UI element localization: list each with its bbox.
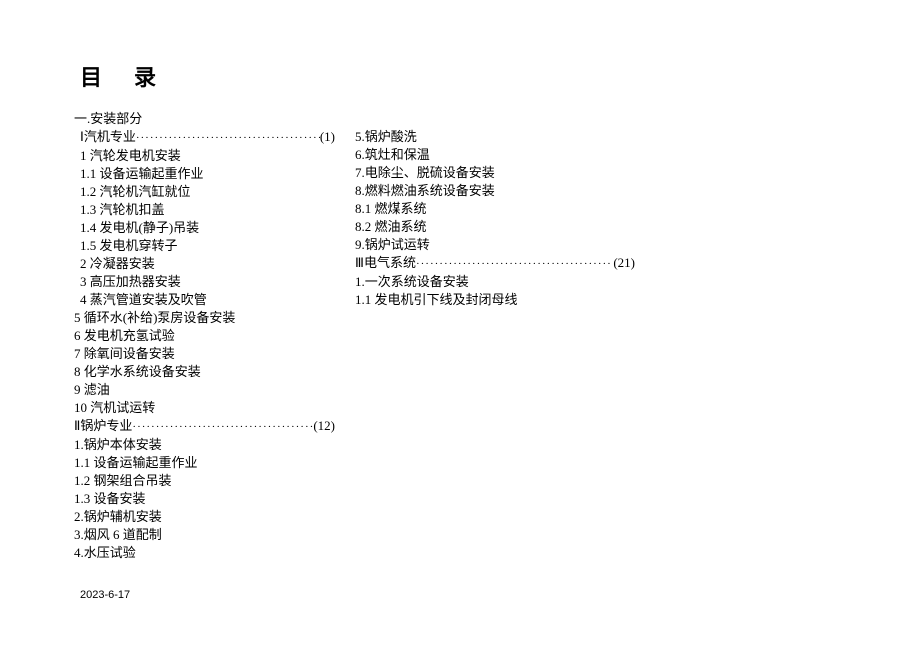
toc-entry: Ⅲ电气系统 (21) <box>355 254 635 273</box>
toc-entry: 4 蒸汽管道安装及吹管 <box>80 291 335 309</box>
entry-label: 1.2 钢架组合吊装 <box>74 472 172 490</box>
toc-leader-dots <box>136 129 320 147</box>
footer-date: 2023-6-17 <box>80 589 130 601</box>
entry-label: 1.4 发电机(静子)吊装 <box>80 219 199 237</box>
toc-page-ref: (21) <box>613 254 635 272</box>
toc-entry: 4.水压试验 <box>74 544 335 562</box>
entry-label: 1.2 汽轮机汽缸就位 <box>80 183 191 201</box>
entry-label: 2 冷凝器安装 <box>80 255 155 273</box>
toc-entry: 1.4 发电机(静子)吊装 <box>80 219 335 237</box>
entry-label: 9 滤油 <box>74 381 110 399</box>
toc-entry: 3.烟风 6 道配制 <box>74 526 335 544</box>
toc-entry: Ⅱ锅炉专业 (12) <box>74 417 335 436</box>
entry-label: 4.水压试验 <box>74 544 136 562</box>
entry-label: 7.电除尘、脱硫设备安装 <box>355 164 495 182</box>
section-heading: 一.安装部分 <box>74 110 335 128</box>
toc-entry: 8 化学水系统设备安装 <box>74 363 335 381</box>
toc-entry: 6 发电机充氢试验 <box>74 327 335 345</box>
toc-entry: 5.锅炉酸洗 <box>355 128 635 146</box>
toc-entry: 1.一次系统设备安装 <box>355 273 635 291</box>
toc-entry: 1.2 汽轮机汽缸就位 <box>80 183 335 201</box>
entry-label: 1.1 设备运输起重作业 <box>74 454 198 472</box>
entry-label: 8 化学水系统设备安装 <box>74 363 201 381</box>
entry-label: 1.3 设备安装 <box>74 490 146 508</box>
entry-label: 9.锅炉试运转 <box>355 236 430 254</box>
toc-page-ref: (12) <box>313 417 335 435</box>
toc-entry: 1.3 汽轮机扣盖 <box>80 201 335 219</box>
toc-entry: 8.燃料燃油系统设备安装 <box>355 182 635 200</box>
toc-entry: Ⅰ汽机专业 (1) <box>80 128 335 147</box>
entry-label: 1.5 发电机穿转子 <box>80 237 178 255</box>
toc-entry: 3 高压加热器安装 <box>80 273 335 291</box>
entry-label: 6 发电机充氢试验 <box>74 327 175 345</box>
entry-label: 5.锅炉酸洗 <box>355 128 417 146</box>
entry-label: Ⅰ汽机专业 <box>80 128 136 146</box>
toc-columns: 一.安装部分 Ⅰ汽机专业(1)1 汽轮发电机安装1.1 设备运输起重作业1.2 … <box>80 110 840 562</box>
toc-title: 目录 <box>80 60 840 92</box>
toc-page-ref: (1) <box>320 128 335 146</box>
toc-entry: 7 除氧间设备安装 <box>74 345 335 363</box>
toc-entry: 1.锅炉本体安装 <box>74 436 335 454</box>
entry-label: Ⅱ锅炉专业 <box>74 417 132 435</box>
entry-label: 8.燃料燃油系统设备安装 <box>355 182 495 200</box>
entry-label: 8.1 燃煤系统 <box>355 200 427 218</box>
entry-label: 1.一次系统设备安装 <box>355 273 469 291</box>
entry-label: 10 汽机试运转 <box>74 399 155 417</box>
toc-entry: 9 滤油 <box>74 381 335 399</box>
entry-label: 1.1 发电机引下线及封闭母线 <box>355 291 518 309</box>
toc-entry: 6.筑灶和保温 <box>355 146 635 164</box>
toc-entry: 1.1 发电机引下线及封闭母线 <box>355 291 635 309</box>
entry-label: 7 除氧间设备安装 <box>74 345 175 363</box>
toc-entry: 1.5 发电机穿转子 <box>80 237 335 255</box>
toc-entry: 8.1 燃煤系统 <box>355 200 635 218</box>
toc-leader-dots <box>416 255 613 273</box>
toc-entry: 7.电除尘、脱硫设备安装 <box>355 164 635 182</box>
entry-label: 6.筑灶和保温 <box>355 146 430 164</box>
toc-entry: 1.1 设备运输起重作业 <box>74 454 335 472</box>
toc-entry: 2.锅炉辅机安装 <box>74 508 335 526</box>
entry-label: 1.3 汽轮机扣盖 <box>80 201 165 219</box>
entry-label: 1 汽轮发电机安装 <box>80 147 181 165</box>
toc-entry: 9.锅炉试运转 <box>355 236 635 254</box>
toc-entry: 5 循环水(补给)泵房设备安装 <box>74 309 335 327</box>
toc-column-right: 5.锅炉酸洗6.筑灶和保温7.电除尘、脱硫设备安装8.燃料燃油系统设备安装8.1… <box>355 110 635 562</box>
toc-entry: 1.1 设备运输起重作业 <box>80 165 335 183</box>
entry-label: 1.锅炉本体安装 <box>74 436 162 454</box>
entry-label: 8.2 燃油系统 <box>355 218 427 236</box>
toc-entry: 1.3 设备安装 <box>74 490 335 508</box>
toc-column-left: 一.安装部分 Ⅰ汽机专业(1)1 汽轮发电机安装1.1 设备运输起重作业1.2 … <box>80 110 335 562</box>
toc-entry: 10 汽机试运转 <box>74 399 335 417</box>
toc-leader-dots <box>132 418 313 436</box>
entry-label: 3 高压加热器安装 <box>80 273 181 291</box>
entry-label: 1.1 设备运输起重作业 <box>80 165 204 183</box>
toc-entry: 2 冷凝器安装 <box>80 255 335 273</box>
entry-label: 2.锅炉辅机安装 <box>74 508 162 526</box>
entry-label: 3.烟风 6 道配制 <box>74 526 162 544</box>
entry-label: 一.安装部分 <box>74 110 142 128</box>
toc-entry: 1.2 钢架组合吊装 <box>74 472 335 490</box>
toc-entry: 1 汽轮发电机安装 <box>80 147 335 165</box>
toc-entry: 8.2 燃油系统 <box>355 218 635 236</box>
entry-label: 4 蒸汽管道安装及吹管 <box>80 291 207 309</box>
entry-label: Ⅲ电气系统 <box>355 254 416 272</box>
entry-label: 5 循环水(补给)泵房设备安装 <box>74 309 235 327</box>
